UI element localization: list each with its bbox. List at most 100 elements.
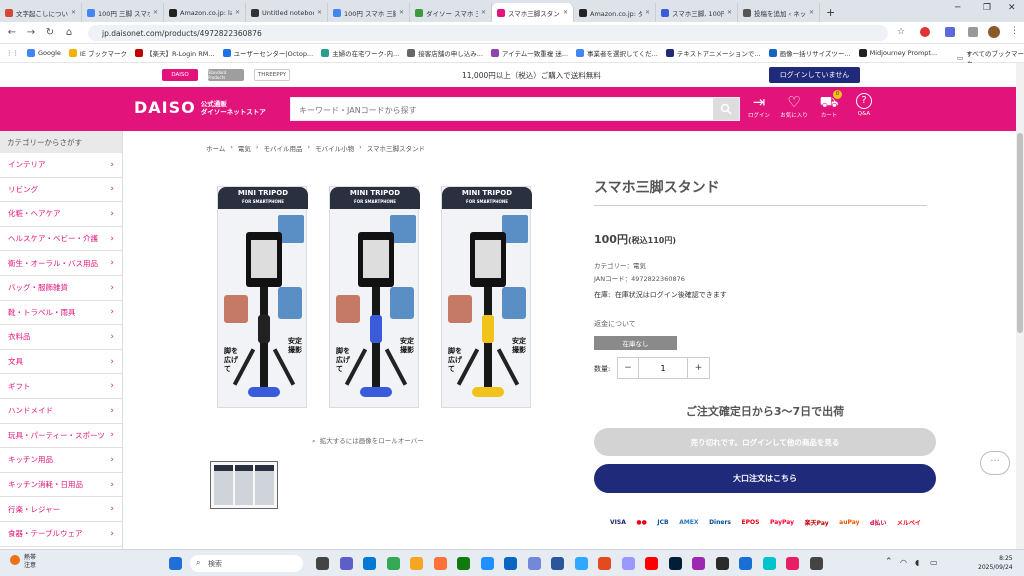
sidebar-category-item[interactable]: バッグ・服飾雑貨 › (0, 276, 122, 301)
sidebar-category-item[interactable]: 衛生・オーラル・バス用品 › (0, 251, 122, 276)
taskbar-search[interactable]: ⌕ 検索 (190, 555, 303, 572)
sidebar-category-item[interactable]: リビング › (0, 178, 122, 203)
new-tab-icon[interactable]: + (826, 6, 835, 19)
taskbar-app-icon[interactable] (433, 557, 447, 570)
sidebar-category-item[interactable]: ハンドメイド › (0, 399, 122, 424)
breadcrumb-item[interactable]: モバイル用品 (264, 143, 303, 153)
search-input[interactable] (291, 99, 711, 122)
tab-close-icon[interactable]: ✕ (809, 9, 814, 16)
taskbar-app-icon[interactable] (668, 557, 682, 570)
taskbar-app-icon[interactable] (316, 557, 329, 570)
taskbar-app-icon[interactable] (574, 557, 588, 570)
sidebar-category-item[interactable]: 食器・テーブルウェア › (0, 522, 122, 547)
browser-tab[interactable]: ダイソー スマホ 三脚✕ (410, 3, 492, 22)
menu-dots-icon[interactable]: ⋮ (1010, 26, 1019, 36)
tab-close-icon[interactable]: ✕ (481, 9, 486, 16)
browser-tab[interactable]: Amazon.co.jp: ダイ✕ (574, 3, 656, 22)
system-clock[interactable]: 8:25 2025/09/24 (978, 554, 1013, 572)
brand-threeppy[interactable]: THREEPPY (254, 69, 290, 81)
back-icon[interactable]: ← (5, 27, 19, 38)
bookmark-item[interactable]: テキストアニメーションで... (665, 48, 761, 58)
volume-icon[interactable]: ◖ (915, 558, 919, 567)
breadcrumb-item[interactable]: 電気 (238, 143, 251, 153)
bookmark-item[interactable]: アイテム一致重複 迷... (490, 48, 568, 58)
scrollbar-thumb[interactable] (1017, 133, 1023, 333)
bookmark-item[interactable]: 画像一括リサイズツー... (768, 48, 851, 58)
browser-tab[interactable]: 100円 三脚 スマホ ✕ (82, 3, 164, 22)
brand-standard-products[interactable]: Standard Products (208, 69, 244, 81)
tab-close-icon[interactable]: ✕ (71, 9, 76, 16)
tab-close-icon[interactable]: ✕ (563, 9, 568, 16)
taskbar-app-icon[interactable] (786, 557, 799, 570)
sidebar-category-item[interactable]: インテリア › (0, 153, 122, 178)
apps-grid-icon[interactable]: ⋮⋮ (6, 49, 19, 57)
sidebar-category-item[interactable]: 衣料品 › (0, 325, 122, 350)
taskbar-app-icon[interactable] (386, 557, 400, 570)
product-thumbnail[interactable] (210, 461, 278, 509)
taskbar-app-icon[interactable] (457, 557, 470, 570)
taskbar-app-icon[interactable] (762, 557, 776, 570)
product-main-image[interactable]: MINI TRIPOD FOR SMARTPHONE 脚を広げて 安定撮影 MINI T… (205, 181, 550, 416)
sidebar-category-item[interactable]: 化粧・ヘアケア › (0, 202, 122, 227)
taskbar-app-icon[interactable] (621, 557, 635, 570)
sidebar-category-item[interactable]: 行楽・レジャー › (0, 497, 122, 522)
tab-close-icon[interactable]: ✕ (645, 9, 650, 16)
bookmark-item[interactable]: 事業者を選択してくだ... (576, 48, 658, 58)
bookmark-item[interactable]: 【楽天】R-Login RM... (135, 48, 215, 58)
breadcrumb-item[interactable]: ホーム (206, 143, 225, 153)
tray-overflow-icon[interactable]: ⌃ (885, 557, 893, 567)
taskbar-app-icon[interactable] (410, 557, 423, 570)
refund-link[interactable]: 返金について (594, 319, 636, 329)
header-login-button[interactable]: ⇥ ログイン (745, 93, 773, 119)
maximize-icon[interactable]: ❐ (983, 3, 991, 13)
taskbar-app-icon[interactable] (645, 557, 658, 570)
sidebar-category-item[interactable]: 靴・トラベル・雨具 › (0, 301, 122, 326)
taskbar-app-icon[interactable] (715, 557, 729, 570)
taskbar-app-icon[interactable] (527, 557, 541, 570)
reload-icon[interactable]: ↻ (43, 27, 57, 38)
sidebar-category-item[interactable]: キッチン消耗・日用品 › (0, 473, 122, 498)
taskbar-app-icon[interactable] (551, 557, 564, 570)
bookmark-item[interactable]: Midjourney Prompt... (858, 49, 937, 57)
taskbar-app-icon[interactable] (692, 557, 705, 570)
header-cart-button[interactable]: ⛟ カート 0 (815, 90, 843, 119)
tab-close-icon[interactable]: ✕ (399, 9, 404, 16)
taskbar-app-icon[interactable] (504, 557, 517, 570)
chat-bubble-icon[interactable]: ··· (980, 451, 1010, 475)
extensions-puzzle-icon[interactable] (968, 27, 978, 37)
battery-icon[interactable]: ▭ (930, 558, 938, 567)
sidebar-category-item[interactable]: ヘルスケア・ベビー・介護 › (0, 227, 122, 252)
sidebar-category-item[interactable]: 玩具・パーティー・スポーツ › (0, 424, 122, 449)
weather-widget[interactable]: 熱帯 注意 (10, 554, 36, 570)
close-window-icon[interactable]: ✕ (1008, 3, 1016, 13)
taskbar-app-icon[interactable] (363, 557, 376, 570)
bookmark-item[interactable]: 主婦の在宅ワーク-内... (321, 48, 399, 58)
sold-out-button[interactable]: 売り切れです。ログインして他の商品を見る (594, 428, 936, 456)
page-scrollbar[interactable] (1016, 63, 1024, 549)
bookmark-item[interactable]: IE ブックマーク (68, 48, 127, 58)
header-heart-button[interactable]: ♡ お気に入り (780, 93, 808, 119)
bookmark-star-icon[interactable]: ☆ (897, 27, 905, 37)
tab-close-icon[interactable]: ✕ (317, 9, 322, 16)
taskbar-app-icon[interactable] (598, 557, 611, 570)
browser-tab[interactable]: 100円 スマホ 三脚 ✕ (328, 3, 410, 22)
site-logo[interactable]: DAISO 公式通販 ダイソーネットストア (134, 98, 266, 117)
taskbar-app-icon[interactable] (480, 557, 494, 570)
sidebar-category-item[interactable]: 文具 › (0, 350, 122, 375)
search-button[interactable] (713, 98, 739, 120)
tab-close-icon[interactable]: ✕ (727, 9, 732, 16)
quantity-input[interactable] (638, 358, 688, 378)
minimize-icon[interactable]: ─ (955, 3, 960, 13)
wifi-icon[interactable]: ◠ (900, 558, 907, 567)
taskbar-app-icon[interactable] (339, 557, 353, 570)
browser-tab[interactable]: スマホ三脚スタンド✕ (492, 3, 574, 22)
home-icon[interactable]: ⌂ (62, 27, 76, 38)
header-help-button[interactable]: ? Q&A (850, 93, 878, 117)
profile-avatar[interactable] (988, 26, 1000, 38)
quantity-decrease-button[interactable]: − (618, 358, 638, 378)
browser-tab[interactable]: Untitled notebook✕ (246, 3, 328, 22)
bookmark-item[interactable]: 接客店舗の申し込み... (407, 48, 483, 58)
bulk-order-button[interactable]: 大口注文はこちら (594, 464, 936, 493)
sidebar-category-item[interactable]: ギフト › (0, 374, 122, 399)
tab-close-icon[interactable]: ✕ (235, 9, 240, 16)
